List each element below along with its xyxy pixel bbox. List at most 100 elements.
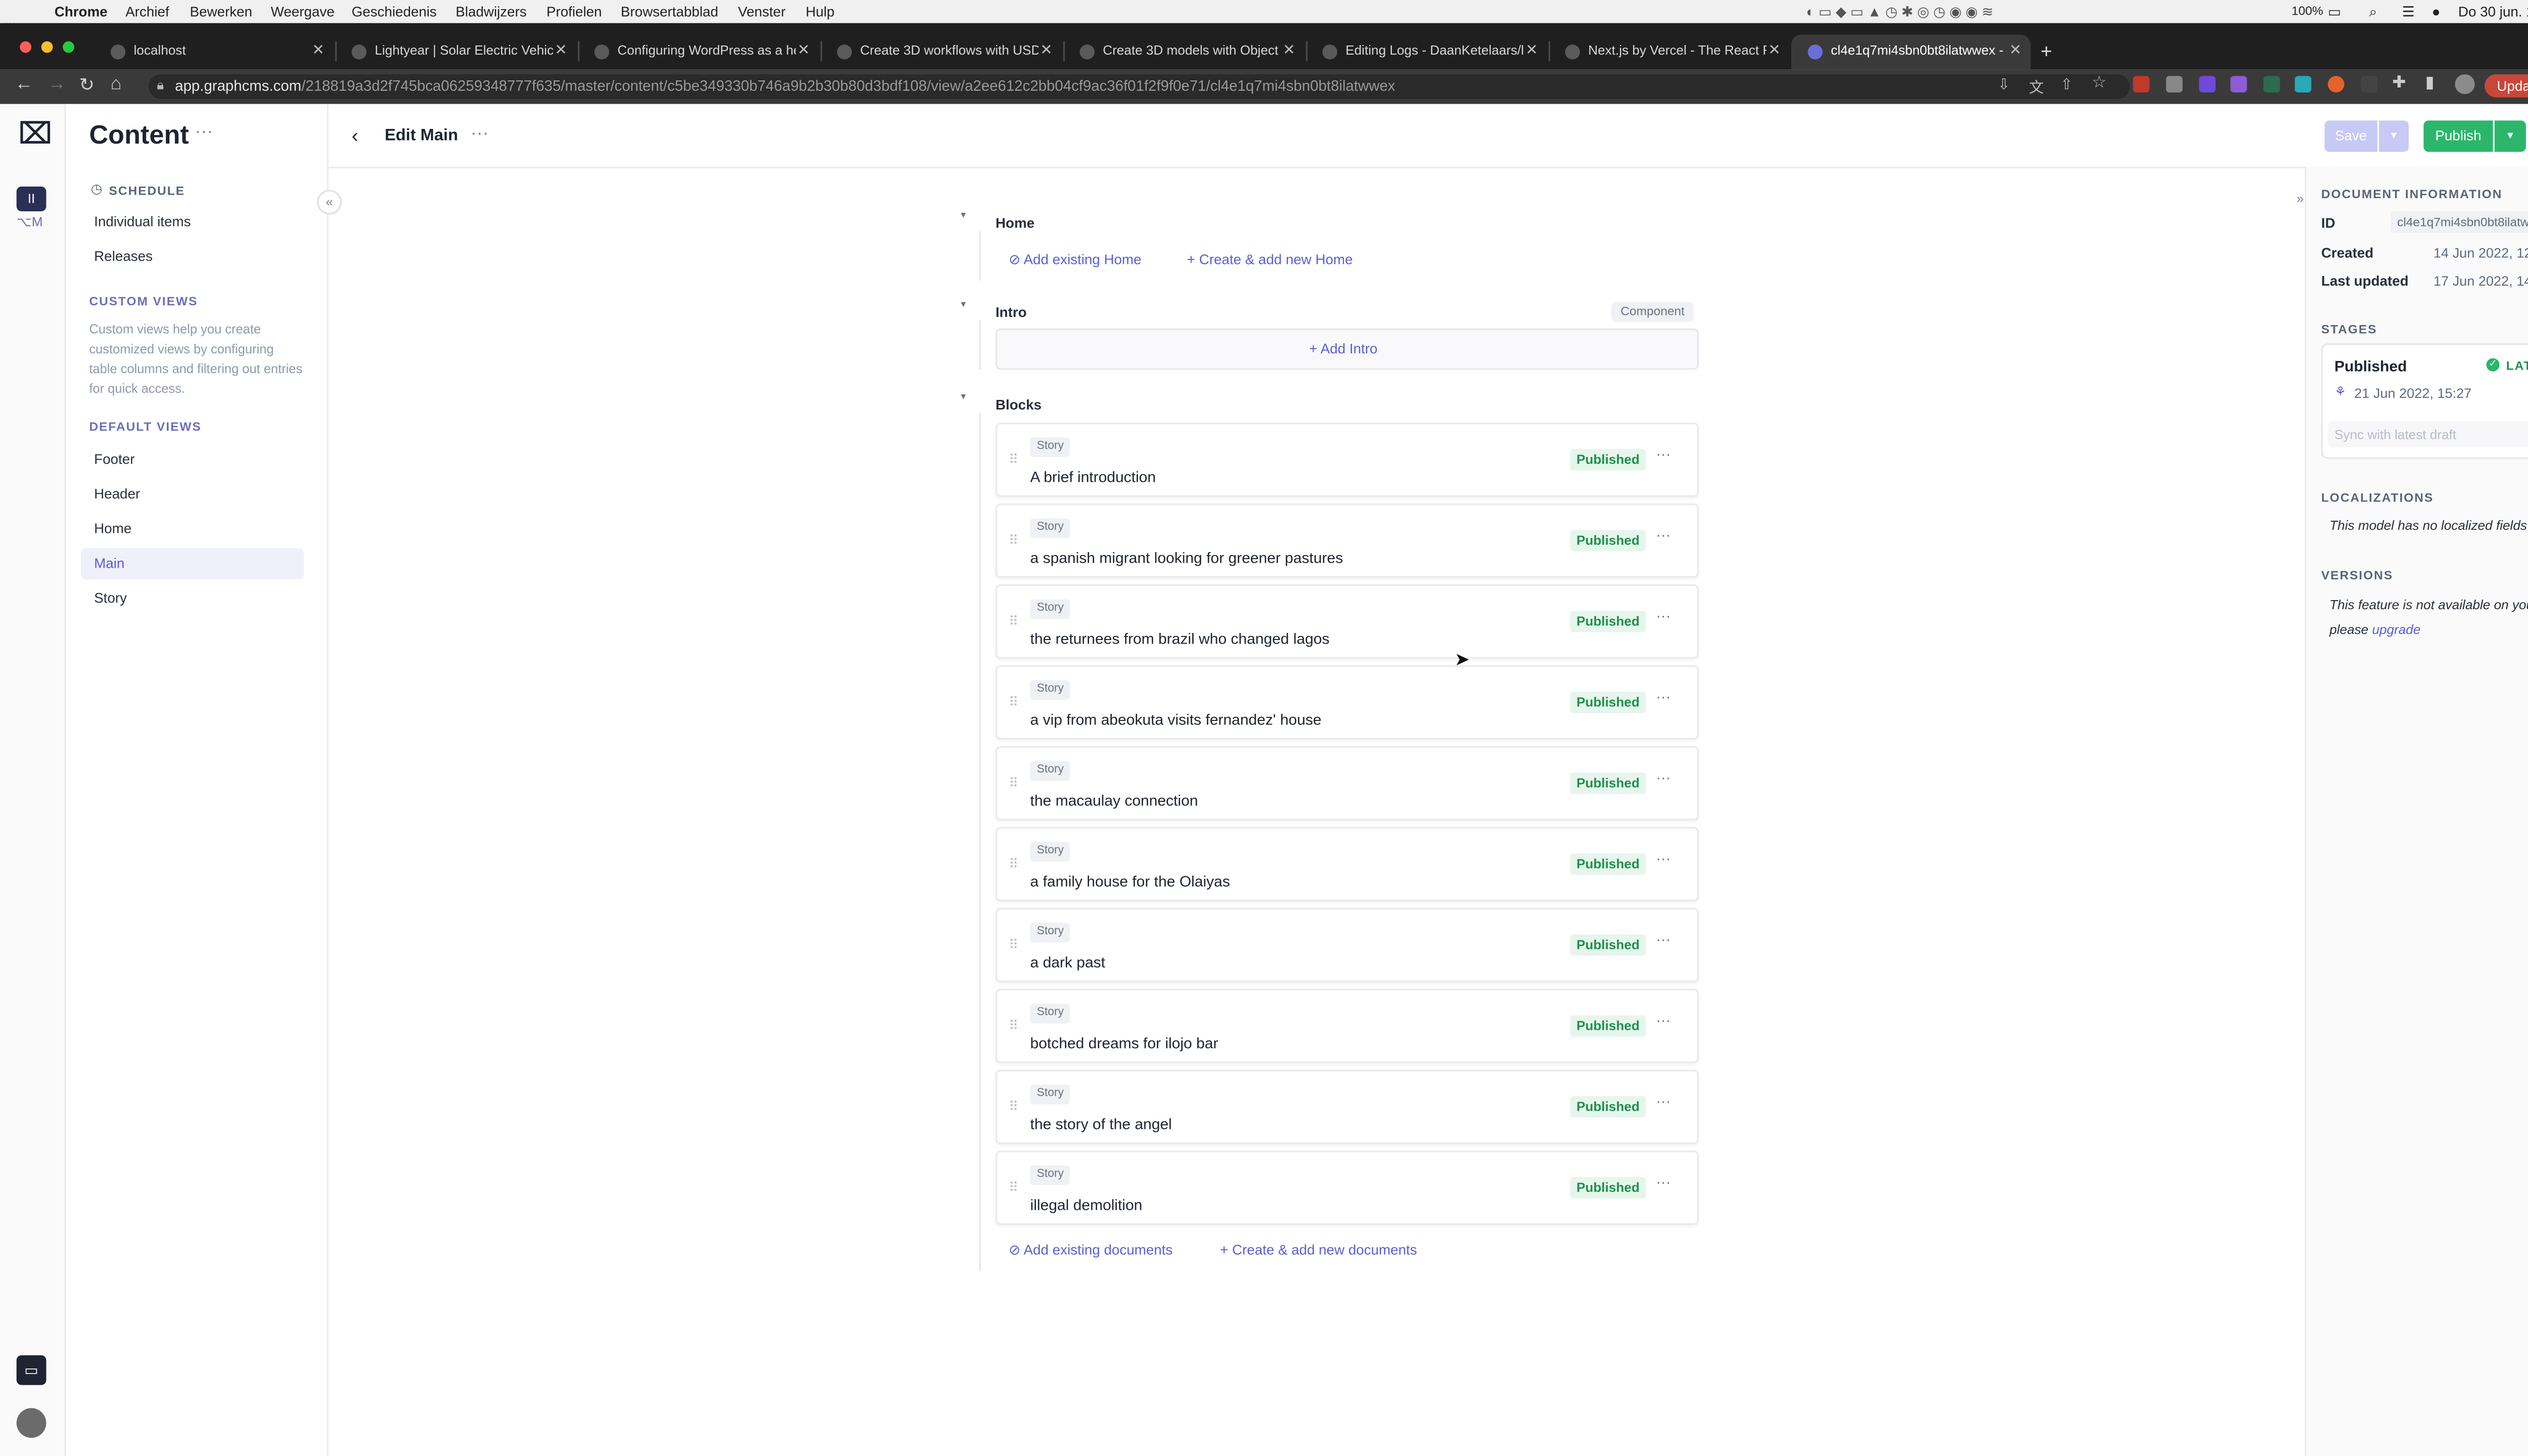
adblock-extension-icon[interactable] <box>2133 76 2150 93</box>
menu-item-weergave[interactable]: Weergave <box>271 4 335 20</box>
browser-tab[interactable]: Lightyear | Solar Electric Vehic ✕ <box>335 35 576 70</box>
forward-arrow-icon[interactable]: → <box>48 74 66 94</box>
sidebar-item-header[interactable]: Header <box>81 479 304 510</box>
save-dropdown-icon[interactable]: ▾ <box>2379 120 2409 152</box>
save-button[interactable]: Save <box>2324 120 2378 152</box>
install-app-icon[interactable]: ⇩ <box>1998 76 2010 94</box>
share-icon[interactable]: ⇧ <box>2060 76 2073 94</box>
menu-item-profielen[interactable]: Profielen <box>547 4 602 20</box>
chrome-update-button[interactable]: Updaten <box>2485 74 2528 98</box>
menu-item-geschiedenis[interactable]: Geschiedenis <box>352 4 437 20</box>
drag-handle-icon[interactable]: ⠿ <box>1009 1019 1018 1033</box>
control-center-icon[interactable]: ☰ <box>2402 4 2415 22</box>
block-card[interactable]: ⠿ Story the macaulay connection Publishe… <box>995 746 1699 821</box>
drag-handle-icon[interactable]: ⠿ <box>1009 1180 1018 1195</box>
extension-icon[interactable] <box>2230 76 2247 93</box>
side-panel-icon[interactable]: ▮ <box>2425 74 2434 93</box>
extension-icon[interactable] <box>2199 76 2216 93</box>
sidebar-item-main[interactable]: Main <box>80 548 304 580</box>
new-tab-plus-icon[interactable]: + <box>2041 39 2052 63</box>
project-avatar[interactable]: II <box>16 186 47 211</box>
tab-close-icon[interactable]: ✕ <box>1768 41 1781 60</box>
block-card[interactable]: ⠿ Story a dark past Published ··· <box>995 907 1699 982</box>
collapse-home-icon[interactable]: ▾ <box>958 211 969 223</box>
add-existing-documents-button[interactable]: ⊘ Add existing documents <box>1009 1242 1172 1260</box>
menu-item-browsertabblad[interactable]: Browsertabblad <box>621 4 718 20</box>
extension-icon[interactable] <box>2361 76 2378 93</box>
block-more-icon[interactable]: ··· <box>1656 1174 1671 1191</box>
back-arrow-icon[interactable]: ← <box>15 74 33 94</box>
menu-item-bewerken[interactable]: Bewerken <box>190 4 252 20</box>
publish-dropdown-icon[interactable]: ▾ <box>2494 120 2526 152</box>
sidebar-item-releases[interactable]: Releases <box>81 241 304 272</box>
block-card[interactable]: ⠿ Story a spanish migrant looking for gr… <box>995 503 1699 578</box>
collapse-intro-icon[interactable]: ▾ <box>958 300 969 312</box>
window-close-button[interactable] <box>20 41 32 53</box>
block-more-icon[interactable]: ··· <box>1656 1012 1671 1029</box>
drag-handle-icon[interactable]: ⠿ <box>1009 776 1018 791</box>
browser-tab[interactable]: localhost ✕ <box>94 35 333 70</box>
chat-support-icon[interactable]: ▭ <box>16 1355 47 1385</box>
extension-icon[interactable] <box>2263 76 2280 93</box>
tab-close-icon[interactable]: ✕ <box>1525 41 1538 60</box>
sidebar-item-individual-items[interactable]: Individual items <box>81 206 304 238</box>
translate-icon[interactable]: 文 <box>2029 76 2044 97</box>
block-card[interactable]: ⠿ Story botched dreams for ilojo bar Pub… <box>995 988 1699 1063</box>
block-more-icon[interactable]: ··· <box>1656 446 1671 463</box>
block-card[interactable]: ⠿ Story the returnees from brazil who ch… <box>995 584 1699 659</box>
drag-handle-icon[interactable]: ⠿ <box>1009 938 1018 952</box>
tab-close-icon[interactable]: ✕ <box>312 41 325 60</box>
extension-icon[interactable] <box>2328 76 2344 93</box>
add-existing-home-button[interactable]: ⊘ Add existing Home <box>1009 251 1141 269</box>
document-id-value[interactable]: cl4e1q7mi4sbn0bt8ilatwwex <box>2390 211 2528 233</box>
sidebar-item-footer[interactable]: Footer <box>81 444 304 475</box>
drag-handle-icon[interactable]: ⠿ <box>1009 1100 1018 1114</box>
tab-close-icon[interactable]: ✕ <box>1283 41 1295 60</box>
tab-close-icon[interactable]: ✕ <box>2009 41 2022 60</box>
window-zoom-button[interactable] <box>63 41 74 53</box>
collapse-blocks-icon[interactable]: ▾ <box>958 393 969 404</box>
block-card[interactable]: ⠿ Story illegal demolition Published ··· <box>995 1150 1699 1225</box>
create-new-home-button[interactable]: + Create & add new Home <box>1187 251 1353 267</box>
project-env-icon[interactable]: ⌥M <box>17 214 43 229</box>
block-more-icon[interactable]: ··· <box>1656 769 1671 786</box>
collapse-sidebar-icon[interactable]: « <box>317 190 342 215</box>
bookmark-star-icon[interactable]: ☆ <box>2092 74 2106 93</box>
create-new-documents-button[interactable]: + Create & add new documents <box>1220 1242 1417 1258</box>
puzzle-extensions-icon[interactable]: ✚ <box>2392 74 2406 93</box>
spotlight-icon[interactable]: ⌕ <box>2369 4 2377 22</box>
drag-handle-icon[interactable]: ⠿ <box>1009 857 1018 872</box>
menu-item-archief[interactable]: Archief <box>125 4 169 20</box>
profile-avatar[interactable] <box>2455 74 2475 95</box>
block-more-icon[interactable]: ··· <box>1656 931 1671 948</box>
expand-panel-icon[interactable]: » <box>2296 192 2304 206</box>
battery-icon[interactable]: ▭ <box>2328 4 2341 22</box>
menubar-clock[interactable]: Do 30 jun. 13:00 <box>2458 4 2528 20</box>
menu-item-bladwijzers[interactable]: Bladwijzers <box>456 4 526 20</box>
tab-close-icon[interactable]: ✕ <box>555 41 567 60</box>
block-more-icon[interactable]: ··· <box>1656 850 1671 867</box>
tab-close-icon[interactable]: ✕ <box>797 41 810 60</box>
webhooks-icon[interactable]: ⚘ <box>0 165 2528 198</box>
menu-item-venster[interactable]: Venster <box>738 4 786 20</box>
upgrade-link[interactable]: upgrade <box>2372 621 2421 636</box>
browser-tab[interactable]: Create 3D workflows with USD ✕ <box>821 35 1062 70</box>
reload-icon[interactable]: ↻ <box>79 74 95 96</box>
extension-icon[interactable] <box>2294 76 2312 93</box>
menu-app-name[interactable]: Chrome <box>55 4 108 20</box>
block-card[interactable]: ⠿ Story a vip from abeokuta visits ferna… <box>995 665 1699 740</box>
browser-tab[interactable]: Editing Logs - DaanKetelaars/li ✕ <box>1306 35 1547 70</box>
drag-handle-icon[interactable]: ⠿ <box>1009 452 1018 467</box>
drag-handle-icon[interactable]: ⠿ <box>1009 533 1018 548</box>
sidebar-more-icon[interactable]: ··· <box>195 122 213 142</box>
block-more-icon[interactable]: ··· <box>1656 608 1671 624</box>
header-more-icon[interactable]: ··· <box>471 124 489 144</box>
browser-tab[interactable]: Create 3D models with Object ✕ <box>1063 35 1304 70</box>
siri-icon[interactable]: ● <box>2432 4 2441 20</box>
add-intro-button[interactable]: + Add Intro <box>1309 340 1377 357</box>
window-minimize-button[interactable] <box>41 41 53 53</box>
drag-handle-icon[interactable]: ⠿ <box>1009 695 1018 710</box>
lock-icon[interactable]: 🔒︎ <box>157 77 164 94</box>
block-more-icon[interactable]: ··· <box>1656 1093 1671 1110</box>
sidebar-item-story[interactable]: Story <box>81 583 304 614</box>
